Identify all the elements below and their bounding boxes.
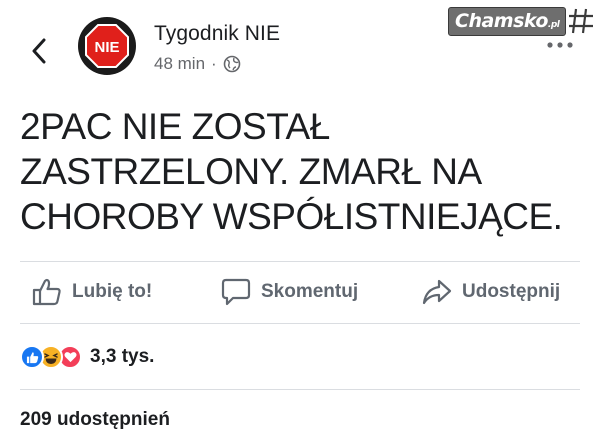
post-header: NIE Tygodnik NIE 48 min · Chamsko.pl (0, 0, 600, 92)
share-button[interactable]: Udostępnij (422, 262, 560, 322)
stop-sign-logo: NIE (85, 24, 129, 68)
post-line: CHOROBY WSPÓŁISTNIEJĄCE. (20, 196, 563, 237)
divider (20, 323, 580, 324)
meta-separator: · (211, 54, 217, 73)
post-body: 2PAC NIE ZOSTAŁ ZASTRZELONY. ZMARŁ NA CH… (20, 104, 580, 239)
reactions-summary[interactable]: 3,3 tys. (20, 343, 154, 371)
comment-bubble-icon (221, 278, 251, 306)
post-time[interactable]: 48 min (154, 54, 205, 74)
comment-label: Skomentuj (261, 281, 359, 302)
globe-icon (223, 55, 241, 73)
back-button[interactable] (26, 36, 52, 66)
watermark-text: Chamsko.pl (448, 6, 567, 36)
avatar-text: NIE (94, 39, 119, 56)
page-name[interactable]: Tygodnik NIE (154, 22, 280, 46)
page-avatar[interactable]: NIE (78, 17, 136, 75)
thumbs-up-icon (32, 278, 61, 306)
comment-button[interactable]: Skomentuj (221, 262, 358, 322)
share-arrow-icon (422, 279, 452, 305)
watermark-logo: Chamsko.pl (448, 6, 596, 36)
action-bar: Lubię to! Skomentuj Udostępnij (0, 262, 600, 322)
share-count[interactable]: 209 udostępnień (20, 409, 170, 431)
like-button[interactable]: Lubię to! (32, 262, 152, 322)
like-label: Lubię to! (72, 281, 153, 302)
more-dots-icon (547, 42, 573, 48)
like-reaction-icon (20, 345, 44, 369)
post-line: ZASTRZELONY. ZMARŁ NA (20, 151, 482, 192)
more-options-button[interactable] (545, 36, 575, 50)
post-line: 2PAC NIE ZOSTAŁ (20, 106, 330, 147)
hashtag-icon (569, 8, 594, 34)
chevron-left-icon (32, 38, 46, 64)
divider (20, 389, 580, 390)
reaction-count: 3,3 tys. (90, 346, 155, 367)
share-label: Udostępnij (462, 281, 561, 302)
post-meta: 48 min · (154, 54, 241, 74)
